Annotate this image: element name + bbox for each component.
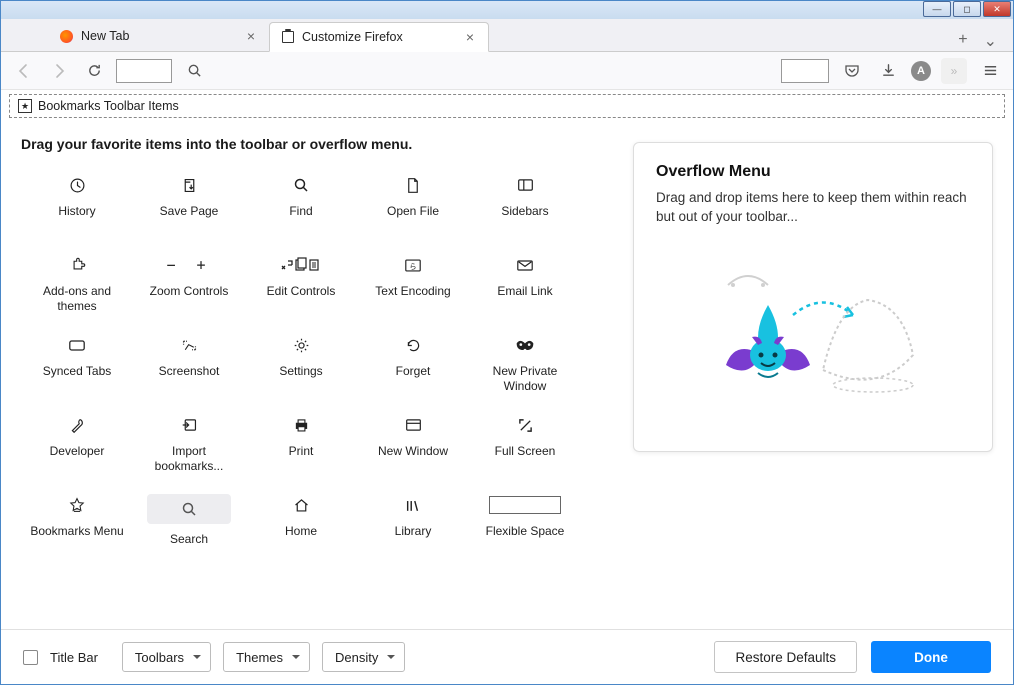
overflow-title: Overflow Menu xyxy=(656,163,970,181)
item-synced-tabs[interactable]: Synced Tabs xyxy=(21,326,133,406)
sidebar-icon xyxy=(517,174,534,196)
new-tab-button[interactable]: + xyxy=(958,31,967,51)
menu-button[interactable] xyxy=(977,58,1003,84)
window-maximize-button[interactable]: ◻ xyxy=(953,1,981,17)
downloads-icon[interactable] xyxy=(875,58,901,84)
item-text-encoding[interactable]: ら Text Encoding xyxy=(357,246,469,326)
import-icon xyxy=(181,414,198,436)
star-icon: ★ xyxy=(18,99,32,113)
nav-toolbar: A » xyxy=(1,52,1013,90)
tab-customize[interactable]: Customize Firefox × xyxy=(269,22,489,52)
item-history[interactable]: History xyxy=(21,166,133,246)
overflow-button[interactable]: » xyxy=(941,58,967,84)
item-edit-controls[interactable]: Edit Controls xyxy=(245,246,357,326)
item-search[interactable]: Search xyxy=(133,486,245,566)
toolbars-dropdown[interactable]: Toolbars xyxy=(122,642,211,672)
list-tabs-button[interactable]: ⌄ xyxy=(984,31,997,51)
bookmarks-toolbar-label: Bookmarks Toolbar Items xyxy=(38,99,179,113)
print-icon xyxy=(293,414,310,436)
item-home[interactable]: Home xyxy=(245,486,357,566)
search-icon xyxy=(181,498,197,520)
edit-icon xyxy=(279,254,323,276)
tab-label: New Tab xyxy=(81,29,129,43)
item-bookmarks-menu[interactable]: Bookmarks Menu xyxy=(21,486,133,566)
window-close-button[interactable]: ✕ xyxy=(983,1,1011,17)
flexible-space-icon xyxy=(489,494,561,516)
search-icon[interactable] xyxy=(181,58,207,84)
pocket-icon[interactable] xyxy=(839,58,865,84)
firefox-icon xyxy=(59,29,74,44)
item-forget[interactable]: Forget xyxy=(357,326,469,406)
titlebar-checkbox[interactable] xyxy=(23,650,38,665)
themes-dropdown[interactable]: Themes xyxy=(223,642,310,672)
titlebar-label: Title Bar xyxy=(50,650,98,665)
bookmark-star-icon xyxy=(69,494,85,516)
forget-icon xyxy=(405,334,422,356)
svg-text:ら: ら xyxy=(409,262,416,271)
back-button[interactable] xyxy=(11,58,37,84)
customize-icon xyxy=(280,30,295,45)
restore-defaults-button[interactable]: Restore Defaults xyxy=(714,641,857,673)
toolbar-slot[interactable] xyxy=(781,59,829,83)
tab-newtab[interactable]: New Tab × xyxy=(49,21,269,51)
item-library[interactable]: Library xyxy=(357,486,469,566)
instruction-text: Drag your favorite items into the toolba… xyxy=(21,136,613,152)
close-icon[interactable]: × xyxy=(243,28,259,44)
item-sidebars[interactable]: Sidebars xyxy=(469,166,581,246)
zoom-icon: − + xyxy=(166,254,211,276)
item-fullscreen[interactable]: Full Screen xyxy=(469,406,581,486)
encoding-icon: ら xyxy=(404,254,422,276)
tab-label: Customize Firefox xyxy=(302,30,403,44)
overflow-description: Drag and drop items here to keep them wi… xyxy=(656,189,970,227)
density-dropdown[interactable]: Density xyxy=(322,642,405,672)
library-icon xyxy=(405,494,421,516)
wrench-icon xyxy=(69,414,86,436)
customize-footer: Title Bar Toolbars Themes Density Restor… xyxy=(1,629,1013,684)
forward-button[interactable] xyxy=(46,58,72,84)
item-email-link[interactable]: Email Link xyxy=(469,246,581,326)
gear-icon xyxy=(293,334,310,356)
window-icon xyxy=(405,414,422,436)
window-minimize-button[interactable]: — xyxy=(923,1,951,17)
item-import-bookmarks[interactable]: Import bookmarks... xyxy=(133,406,245,486)
mask-icon xyxy=(515,334,535,356)
window-titlebar: — ◻ ✕ xyxy=(1,1,1013,19)
item-print[interactable]: Print xyxy=(245,406,357,486)
close-icon[interactable]: × xyxy=(462,29,478,45)
account-button[interactable]: A xyxy=(911,61,931,81)
find-icon xyxy=(293,174,309,196)
item-open-file[interactable]: Open File xyxy=(357,166,469,246)
mail-icon xyxy=(516,254,534,276)
addons-icon xyxy=(69,254,86,276)
tab-strip: New Tab × Customize Firefox × + ⌄ xyxy=(1,19,1013,52)
screenshot-icon xyxy=(181,334,198,356)
item-zoom-controls[interactable]: − + Zoom Controls xyxy=(133,246,245,326)
item-addons[interactable]: Add-ons and themes xyxy=(21,246,133,326)
fullscreen-icon xyxy=(518,414,533,436)
save-icon xyxy=(181,174,198,196)
item-flexible-space[interactable]: Flexible Space xyxy=(469,486,581,566)
overflow-menu-dropzone[interactable]: Overflow Menu Drag and drop items here t… xyxy=(633,142,993,452)
history-icon xyxy=(69,174,86,196)
reload-button[interactable] xyxy=(81,58,107,84)
home-icon xyxy=(293,494,310,516)
overflow-illustration xyxy=(656,255,970,405)
customize-palette: History Save Page Find Open File Sidebar xyxy=(21,166,613,566)
bookmarks-toolbar-dropzone[interactable]: ★ Bookmarks Toolbar Items xyxy=(9,94,1005,118)
item-new-window[interactable]: New Window xyxy=(357,406,469,486)
item-developer[interactable]: Developer xyxy=(21,406,133,486)
urlbar-slot[interactable] xyxy=(116,59,172,83)
synced-tabs-icon xyxy=(68,334,86,356)
item-screenshot[interactable]: Screenshot xyxy=(133,326,245,406)
item-private-window[interactable]: New Private Window xyxy=(469,326,581,406)
item-find[interactable]: Find xyxy=(245,166,357,246)
done-button[interactable]: Done xyxy=(871,641,991,673)
item-save-page[interactable]: Save Page xyxy=(133,166,245,246)
file-icon xyxy=(405,174,421,196)
item-settings[interactable]: Settings xyxy=(245,326,357,406)
